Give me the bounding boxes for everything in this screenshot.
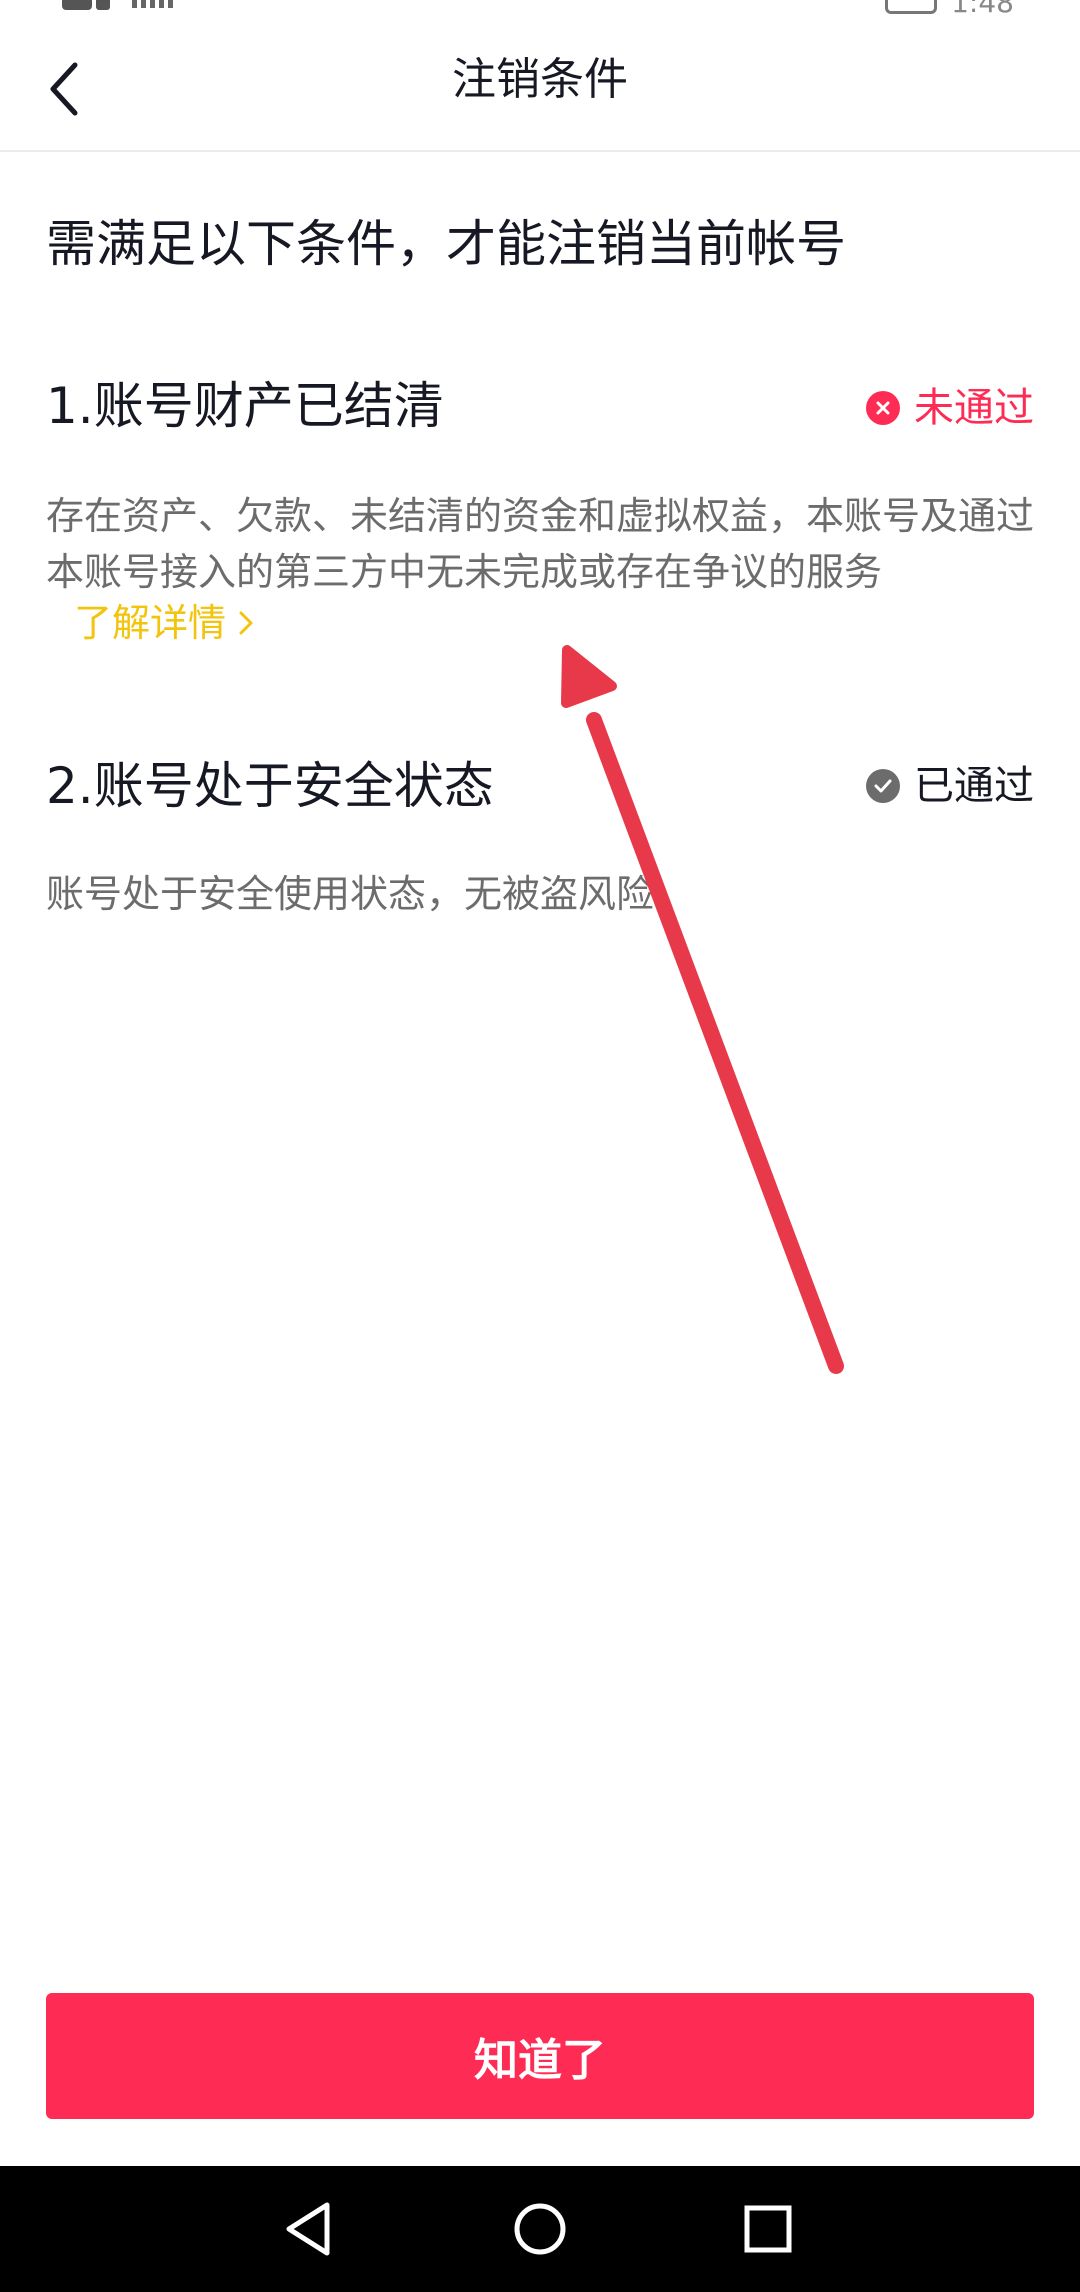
circle-home-icon (514, 2203, 566, 2255)
nav-home-button[interactable] (507, 2196, 573, 2262)
annotation-arrow (561, 645, 844, 1374)
condition-2-title: 2.账号处于安全状态 (46, 757, 494, 815)
check-circle-icon (866, 769, 900, 803)
navigation-bar (0, 2166, 1080, 2292)
condition-2-status: 已通过 (866, 766, 1034, 806)
intro-text: 需满足以下条件，才能注销当前帐号 (46, 215, 846, 273)
signal-icon (132, 0, 174, 8)
hd-icon (62, 0, 92, 10)
condition-1-status-label: 未通过 (914, 385, 1034, 431)
x-circle-icon (866, 391, 900, 425)
square-recents-icon (744, 2205, 792, 2253)
sim-icon (96, 0, 110, 10)
status-bar: 1:48 (0, 0, 1080, 19)
status-left (62, 0, 174, 10)
condition-1-title: 1.账号财产已结清 (46, 377, 444, 435)
confirm-button[interactable]: 知道了 (46, 1993, 1034, 2119)
nav-recents-button[interactable] (735, 2196, 801, 2262)
triangle-back-icon (286, 2202, 330, 2256)
details-link[interactable]: 了解详情 (74, 604, 254, 642)
condition-1-status: 未通过 (866, 388, 1034, 428)
nav-back-button[interactable] (276, 2196, 342, 2262)
page-title: 注销条件 (452, 54, 628, 105)
chevron-right-icon (239, 611, 253, 635)
details-link-label: 了解详情 (74, 601, 227, 645)
condition-1-description: 存在资产、欠款、未结清的资金和虚拟权益，本账号及通过本账号接入的第三方中无未完成… (46, 494, 1035, 594)
condition-2-description: 账号处于安全使用状态，无被盗风险 (46, 872, 655, 916)
header: 注销条件 (0, 12, 1080, 152)
condition-2-status-label: 已通过 (914, 763, 1034, 809)
